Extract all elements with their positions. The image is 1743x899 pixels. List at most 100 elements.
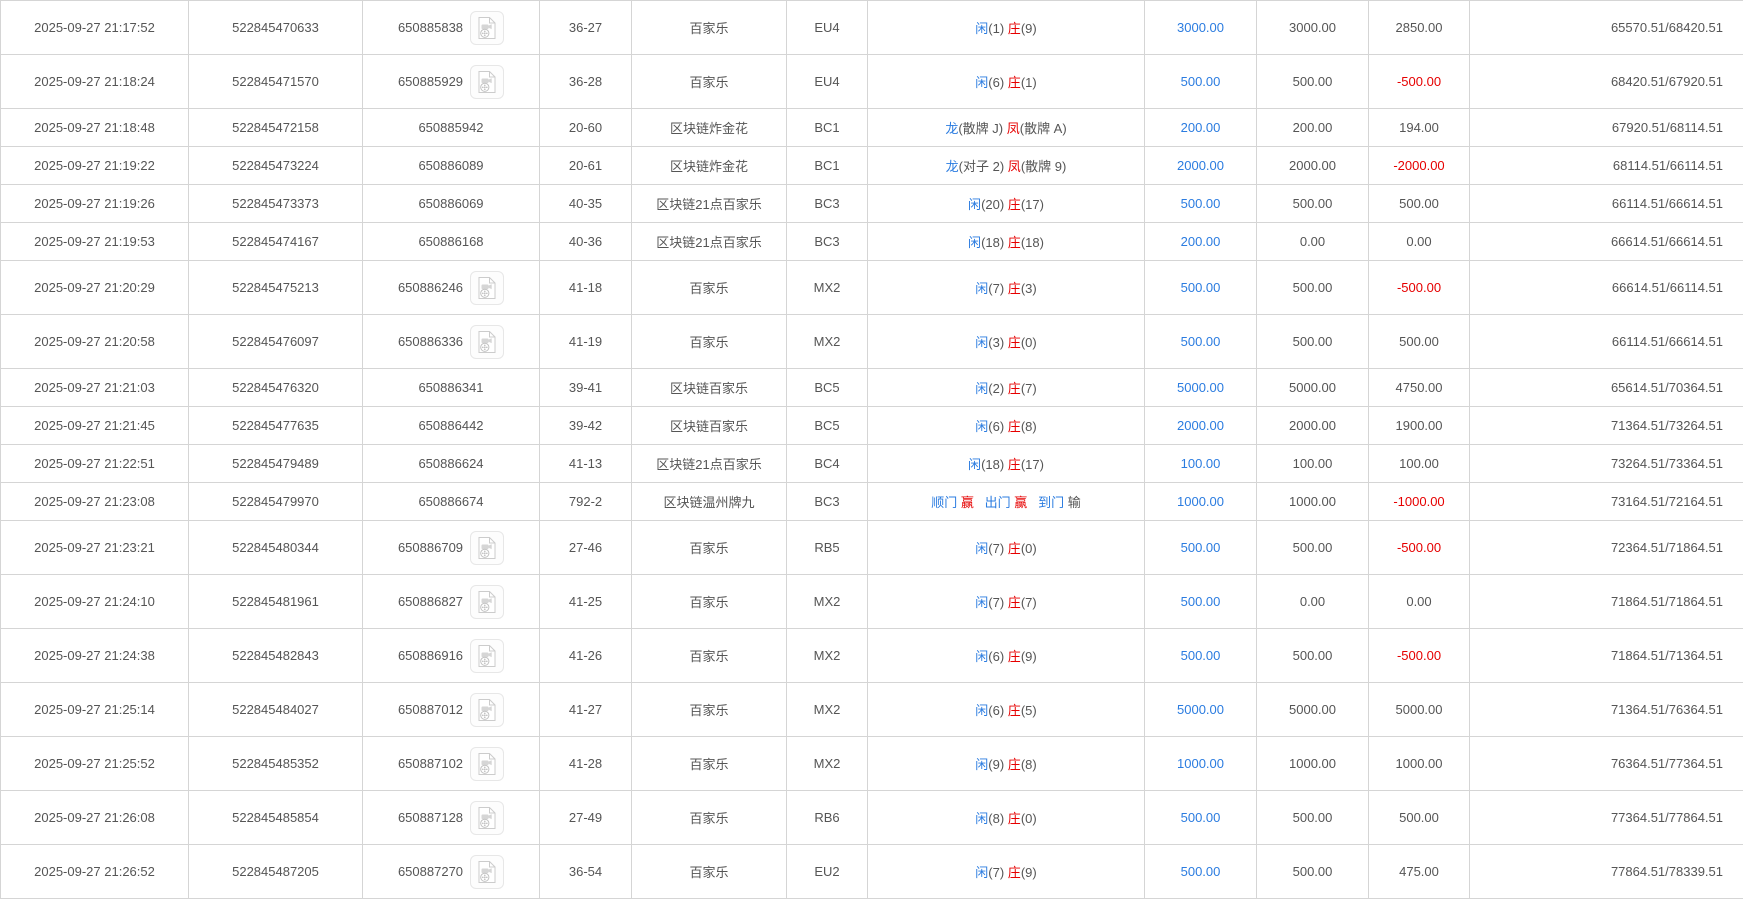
bet-amount-link[interactable]: 500.00: [1181, 810, 1221, 825]
result-segment: 闲: [975, 381, 989, 396]
result-segment: (7): [1020, 381, 1037, 396]
game-name-cell: 区块链21点百家乐: [631, 444, 787, 483]
bet-amount-link[interactable]: 3000.00: [1177, 20, 1224, 35]
table-row: 2025-09-27 21:18:48 522845472158 6508859…: [0, 108, 1743, 147]
bet-id-cell: 522845480344: [188, 520, 363, 575]
video-replay-button[interactable]: [470, 64, 505, 99]
round-id-value: 650886069: [418, 196, 484, 211]
table-code-cell: BC3: [786, 222, 868, 261]
round-id-value: 650885942: [418, 120, 484, 135]
result-segment: (6): [988, 75, 1008, 90]
bet-amount-link[interactable]: 200.00: [1181, 234, 1221, 249]
bet-amount-link[interactable]: 2000.00: [1177, 418, 1224, 433]
balance-cell: 66114.51/66614.51: [1469, 314, 1743, 369]
video-replay-button[interactable]: [470, 584, 505, 619]
result-cell: 闲(18) 庄(17): [867, 444, 1145, 483]
winloss-cell: 500.00: [1368, 790, 1470, 845]
round-id-cell: 650886442: [362, 406, 540, 445]
valid-amount-cell: 2000.00: [1256, 146, 1369, 185]
table-row: 2025-09-27 21:24:10 522845481961 6508868…: [0, 574, 1743, 629]
bet-amount-link[interactable]: 2000.00: [1177, 158, 1224, 173]
bet-amount-link[interactable]: 500.00: [1181, 196, 1221, 211]
result-segment: (3): [1020, 281, 1037, 296]
video-replay-button[interactable]: [470, 638, 505, 673]
round-id-cell: 650886709: [362, 520, 540, 575]
table-code-cell: RB5: [786, 520, 868, 575]
bet-amount-link[interactable]: 500.00: [1181, 540, 1221, 555]
round-id-value: 650887270: [397, 864, 464, 879]
video-replay-button[interactable]: [470, 800, 505, 835]
bet-amount-link[interactable]: 5000.00: [1177, 380, 1224, 395]
valid-amount-cell: 0.00: [1256, 222, 1369, 261]
bet-amount-cell: 500.00: [1144, 844, 1257, 899]
bet-amount-link[interactable]: 100.00: [1181, 456, 1221, 471]
video-replay-button[interactable]: [470, 324, 505, 359]
bet-amount-cell: 500.00: [1144, 184, 1257, 223]
winloss-cell: -500.00: [1368, 260, 1470, 315]
round-id-cell: 650885838: [362, 0, 540, 55]
bet-amount-link[interactable]: 500.00: [1181, 864, 1221, 879]
result-segment: 闲: [975, 335, 989, 350]
result-segment: (1): [988, 21, 1008, 36]
round-id-value: 650886442: [418, 418, 484, 433]
video-replay-button[interactable]: [470, 270, 505, 305]
bet-amount-link[interactable]: 500.00: [1181, 280, 1221, 295]
bet-amount-link[interactable]: 1000.00: [1177, 494, 1224, 509]
bet-amount-link[interactable]: 500.00: [1181, 334, 1221, 349]
result-cell: 闲(6) 庄(9): [867, 628, 1145, 683]
result-segment: 庄: [1007, 381, 1021, 396]
bet-amount-cell: 1000.00: [1144, 736, 1257, 791]
valid-amount-cell: 1000.00: [1256, 736, 1369, 791]
bet-records-table: 2025-09-27 21:17:52 522845470633 6508858…: [0, 0, 1743, 899]
valid-amount-cell: 1000.00: [1256, 482, 1369, 521]
bet-amount-cell: 500.00: [1144, 314, 1257, 369]
bet-amount-link[interactable]: 1000.00: [1177, 756, 1224, 771]
round-id-cell: 650886624: [362, 444, 540, 483]
bet-amount-link[interactable]: 200.00: [1181, 120, 1221, 135]
result-segment: (18): [1020, 235, 1044, 250]
bet-id-cell: 522845474167: [188, 222, 363, 261]
result-cell: 闲(7) 庄(9): [867, 844, 1145, 899]
result-segment: 赢: [960, 495, 974, 510]
round-id-value: 650886624: [418, 456, 484, 471]
winloss-cell: 2850.00: [1368, 0, 1470, 55]
bet-amount-link[interactable]: 5000.00: [1177, 702, 1224, 717]
balance-cell: 67920.51/68114.51: [1469, 108, 1743, 147]
winloss-cell: 4750.00: [1368, 368, 1470, 407]
result-segment: (18): [981, 457, 1008, 472]
bet-amount-link[interactable]: 500.00: [1181, 74, 1221, 89]
result-segment: (7): [988, 865, 1008, 880]
balance-cell: 71864.51/71864.51: [1469, 574, 1743, 629]
valid-amount-cell: 0.00: [1256, 574, 1369, 629]
winloss-cell: 5000.00: [1368, 682, 1470, 737]
round-id-value: 650886341: [418, 380, 484, 395]
round-id-value: 650885929: [397, 74, 464, 89]
bet-amount-cell: 2000.00: [1144, 406, 1257, 445]
result-segment: (8): [988, 811, 1008, 826]
round-no-cell: 39-41: [539, 368, 632, 407]
table-code-cell: EU2: [786, 844, 868, 899]
round-no-cell: 27-49: [539, 790, 632, 845]
table-row: 2025-09-27 21:21:45 522845477635 6508864…: [0, 406, 1743, 445]
bet-amount-cell: 100.00: [1144, 444, 1257, 483]
video-replay-button[interactable]: [470, 854, 505, 889]
video-replay-button[interactable]: [470, 530, 505, 565]
result-segment: 庄: [1007, 335, 1021, 350]
round-id-value: 650886674: [418, 494, 484, 509]
round-no-cell: 41-28: [539, 736, 632, 791]
round-id-value: 650886827: [397, 594, 464, 609]
bet-amount-cell: 500.00: [1144, 574, 1257, 629]
game-name-cell: 百家乐: [631, 54, 787, 109]
table-code-cell: MX2: [786, 314, 868, 369]
bet-amount-link[interactable]: 500.00: [1181, 648, 1221, 663]
result-segment: (0): [1020, 811, 1037, 826]
video-replay-button[interactable]: [470, 692, 505, 727]
bet-time-cell: 2025-09-27 21:18:24: [0, 54, 189, 109]
result-segment: 庄: [1007, 865, 1021, 880]
video-replay-button[interactable]: [470, 10, 505, 45]
bet-amount-link[interactable]: 500.00: [1181, 594, 1221, 609]
video-replay-button[interactable]: [470, 746, 505, 781]
table-row: 2025-09-27 21:25:14 522845484027 6508870…: [0, 682, 1743, 737]
valid-amount-cell: 500.00: [1256, 628, 1369, 683]
round-no-cell: 36-54: [539, 844, 632, 899]
